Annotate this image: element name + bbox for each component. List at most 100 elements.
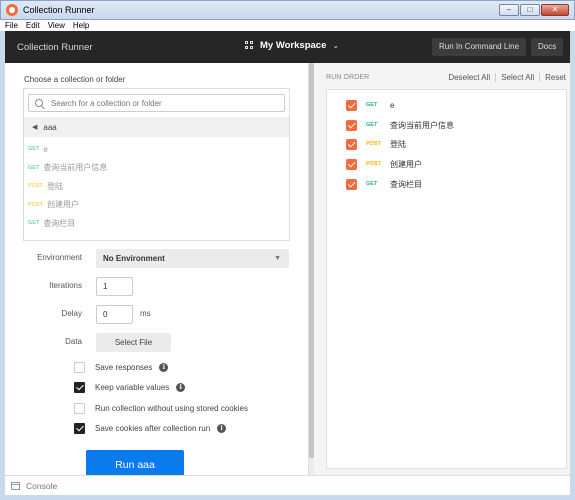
run-order-title: RUN ORDER <box>326 74 370 81</box>
request-method: POST <box>366 161 381 167</box>
menu-edit[interactable]: Edit <box>26 21 40 30</box>
request-name: e <box>43 144 48 154</box>
window-titlebar: Collection Runner ‒ □ ✕ <box>0 0 575 20</box>
delay-input[interactable]: 0 <box>96 305 133 324</box>
menu-bar: File Edit View Help <box>0 20 575 31</box>
list-item[interactable]: GET 查询栏目 <box>24 214 289 233</box>
delay-unit: ms <box>140 309 151 318</box>
delay-row: Delay 0 ms <box>5 305 305 325</box>
info-icon[interactable]: i <box>217 423 227 433</box>
console-button[interactable]: Console <box>26 481 57 491</box>
run-order-item[interactable]: GET 查询栏目 <box>346 177 422 191</box>
environment-select[interactable]: No Environment ▼ <box>96 249 289 268</box>
environment-label: Environment <box>37 253 82 262</box>
status-bar: Console <box>5 475 570 495</box>
request-list: GET e GET 查询当前用户信息 POST 登陆 POST 创建用户 GET… <box>24 140 289 233</box>
request-name: 查询栏目 <box>390 179 422 189</box>
collection-search[interactable] <box>28 94 285 112</box>
list-item[interactable]: POST 登陆 <box>24 177 289 196</box>
run-order-item[interactable]: POST 登陆 <box>346 137 406 151</box>
selected-folder-row[interactable]: ◀ aaa <box>24 117 289 137</box>
option-label: Keep variable values <box>95 382 170 392</box>
window-title: Collection Runner <box>23 5 95 15</box>
option-no-stored-cookies[interactable]: Run collection without using stored cook… <box>74 401 248 415</box>
request-method: POST <box>28 201 43 208</box>
grid-icon <box>245 41 254 50</box>
deselect-all-link[interactable]: Deselect All <box>448 73 490 82</box>
option-save-cookies[interactable]: Save cookies after collection run i <box>74 421 227 435</box>
reset-link[interactable]: Reset <box>545 73 566 82</box>
request-name: e <box>390 100 395 110</box>
close-button[interactable]: ✕ <box>541 4 569 16</box>
window-border-right <box>570 31 575 500</box>
minimize-button[interactable]: ‒ <box>499 4 519 16</box>
option-label: Run collection without using stored cook… <box>95 403 248 413</box>
option-label: Save cookies after collection run <box>95 423 211 433</box>
list-item[interactable]: GET 查询当前用户信息 <box>24 159 289 178</box>
divider <box>495 73 497 82</box>
request-name: 创建用户 <box>390 159 422 169</box>
environment-value: No Environment <box>103 254 165 263</box>
keep-variable-values-checkbox[interactable] <box>74 381 85 393</box>
delay-label: Delay <box>61 309 82 318</box>
console-icon[interactable] <box>11 481 20 490</box>
request-method: GET <box>366 122 378 128</box>
select-all-link[interactable]: Select All <box>501 73 534 82</box>
list-item[interactable]: GET e <box>24 140 289 159</box>
request-method: GET <box>366 181 378 187</box>
app-name: Collection Runner <box>17 41 93 53</box>
option-label: Save responses <box>95 362 153 372</box>
no-stored-cookies-checkbox[interactable] <box>74 402 85 414</box>
app-header: Collection Runner My Workspace ⌄ Run In … <box>5 31 570 63</box>
runner-config-panel: Choose a collection or folder ◀ aaa GET … <box>5 63 309 475</box>
request-method: GET <box>28 146 40 153</box>
iterations-label: Iterations <box>49 281 82 290</box>
run-order-list: GET e GET 查询当前用户信息 POST 登陆 POST 创建用户 GET… <box>326 89 567 469</box>
save-cookies-checkbox[interactable] <box>74 422 85 434</box>
run-order-item[interactable]: POST 创建用户 <box>346 157 422 171</box>
request-name: 查询当前用户信息 <box>390 120 454 130</box>
run-order-item[interactable]: GET e <box>346 98 394 112</box>
run-order-checkbox[interactable] <box>346 158 357 170</box>
option-keep-variable-values[interactable]: Keep variable values i <box>74 380 186 394</box>
run-order-checkbox[interactable] <box>346 99 357 111</box>
run-order-item[interactable]: GET 查询当前用户信息 <box>346 118 454 132</box>
info-icon[interactable]: i <box>176 382 186 392</box>
request-method: POST <box>28 183 43 190</box>
run-order-checkbox[interactable] <box>346 138 357 150</box>
run-collection-button[interactable]: Run aaa <box>86 450 184 475</box>
menu-view[interactable]: View <box>48 21 65 30</box>
folder-name: aaa <box>43 122 57 132</box>
info-icon[interactable]: i <box>159 362 169 372</box>
environment-row: Environment No Environment ▼ <box>5 249 305 269</box>
divider <box>539 73 541 82</box>
search-input[interactable] <box>51 98 271 108</box>
workspace-switcher[interactable]: My Workspace ⌄ <box>245 40 339 51</box>
iterations-input[interactable]: 1 <box>96 277 133 296</box>
postman-logo-icon <box>6 4 18 16</box>
data-label: Data <box>65 337 82 346</box>
data-row: Data Select File <box>5 333 305 353</box>
select-file-button[interactable]: Select File <box>96 333 171 352</box>
run-in-command-line-button[interactable]: Run In Command Line <box>432 38 527 56</box>
run-order-panel: RUN ORDER Deselect All Select All Reset … <box>314 63 570 475</box>
collection-picker: ◀ aaa GET e GET 查询当前用户信息 POST 登陆 POST 创建… <box>23 88 290 241</box>
save-responses-checkbox[interactable] <box>74 361 85 373</box>
workspace-name: My Workspace <box>260 40 327 51</box>
caret-left-icon[interactable]: ◀ <box>32 123 37 131</box>
maximize-button[interactable]: □ <box>520 4 540 16</box>
option-save-responses[interactable]: Save responses i <box>74 360 169 374</box>
run-order-checkbox[interactable] <box>346 119 357 131</box>
list-item[interactable]: POST 创建用户 <box>24 196 289 215</box>
menu-help[interactable]: Help <box>73 21 89 30</box>
chevron-down-icon: ⌄ <box>332 41 340 50</box>
search-icon <box>35 99 43 107</box>
request-method: GET <box>366 102 378 108</box>
choose-collection-label: Choose a collection or folder <box>24 75 126 84</box>
request-name: 创建用户 <box>46 200 79 210</box>
run-order-checkbox[interactable] <box>346 178 357 190</box>
docs-button[interactable]: Docs <box>531 38 564 56</box>
iterations-row: Iterations 1 <box>5 277 305 297</box>
request-method: POST <box>366 141 381 147</box>
menu-file[interactable]: File <box>5 21 18 30</box>
